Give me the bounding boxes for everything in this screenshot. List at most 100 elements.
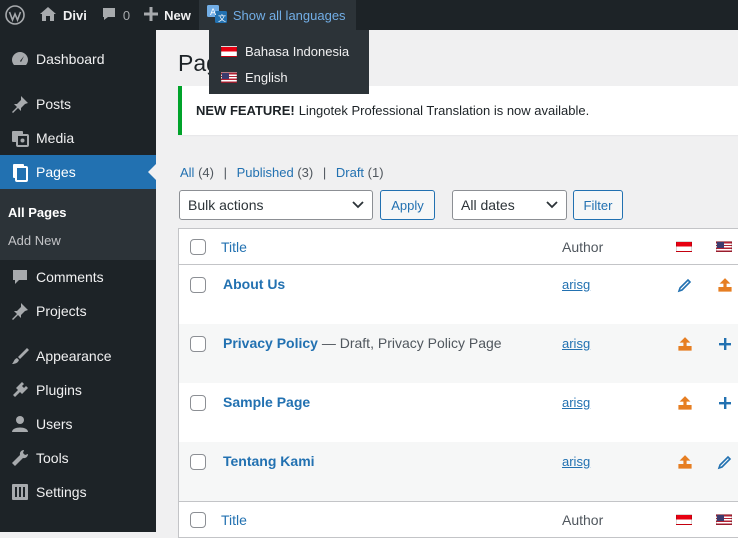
select-all-checkbox[interactable] xyxy=(190,239,206,255)
column-title[interactable]: Title xyxy=(221,239,247,255)
upload-icon[interactable] xyxy=(677,336,693,352)
comment-icon xyxy=(101,6,117,25)
plus-icon xyxy=(144,6,159,24)
site-name-link[interactable]: Divi xyxy=(32,0,94,30)
sidebar-item-projects[interactable]: Projects xyxy=(0,294,156,328)
sidebar-item-settings[interactable]: Settings xyxy=(0,475,156,509)
sidebar-item-posts[interactable]: Posts xyxy=(0,87,156,121)
svg-text:A: A xyxy=(210,8,217,18)
plus-icon[interactable] xyxy=(717,336,733,352)
admin-sidebar: Dashboard Posts Media Pages All Pages Ad… xyxy=(0,30,156,532)
sidebar-item-media[interactable]: Media xyxy=(0,121,156,155)
notice-text: Lingotek Professional Translation is now… xyxy=(298,103,590,118)
sidebar-item-label: Media xyxy=(36,130,75,146)
sidebar-item-label: Tools xyxy=(36,450,69,466)
wordpress-logo-icon[interactable] xyxy=(0,0,32,30)
status-filter-links: All (4) | Published (3) | Draft (1) xyxy=(180,165,384,180)
sidebar-item-appearance[interactable]: Appearance xyxy=(0,339,156,373)
sidebar-item-dashboard[interactable]: Dashboard xyxy=(0,42,156,76)
filter-separator: | xyxy=(322,165,327,180)
row-title: Privacy Policy — Draft, Privacy Policy P… xyxy=(223,335,502,351)
language-option-english[interactable]: English xyxy=(209,64,369,90)
filter-all[interactable]: All xyxy=(180,165,194,180)
indonesia-flag-icon xyxy=(676,241,692,252)
pencil-icon[interactable] xyxy=(717,454,733,470)
bulk-actions-select[interactable]: Bulk actions xyxy=(179,190,373,220)
comment-icon xyxy=(0,267,36,287)
chevron-down-icon xyxy=(352,201,364,209)
us-flag-icon xyxy=(716,241,732,252)
pages-submenu: All Pages Add New xyxy=(0,189,156,260)
language-dropdown: Bahasa Indonesia English xyxy=(209,30,369,94)
row-checkbox[interactable] xyxy=(190,454,206,470)
home-icon xyxy=(39,6,57,25)
brush-icon xyxy=(0,346,36,366)
sidebar-item-comments[interactable]: Comments xyxy=(0,260,156,294)
user-icon xyxy=(0,414,36,434)
chevron-down-icon xyxy=(546,201,558,209)
column-author: Author xyxy=(562,238,604,255)
indonesia-flag-icon xyxy=(676,514,692,525)
plus-icon[interactable] xyxy=(717,395,733,411)
dates-select[interactable]: All dates xyxy=(452,190,567,220)
filter-published[interactable]: Published xyxy=(237,165,294,180)
row-checkbox[interactable] xyxy=(190,395,206,411)
upload-icon[interactable] xyxy=(677,395,693,411)
page-title-link[interactable]: Privacy Policy xyxy=(223,335,318,351)
pin-icon xyxy=(0,301,36,321)
admin-bar: Divi 0 New A文 Show all languages xyxy=(0,0,738,30)
filter-published-count: (3) xyxy=(297,165,314,180)
apply-button[interactable]: Apply xyxy=(380,190,435,220)
us-flag-icon xyxy=(716,514,732,525)
sidebar-item-users[interactable]: Users xyxy=(0,407,156,441)
row-title: Sample Page xyxy=(223,394,310,410)
language-switcher[interactable]: A文 Show all languages xyxy=(198,0,356,30)
row-title: About Us xyxy=(223,276,285,292)
filter-separator: | xyxy=(223,165,227,180)
sidebar-item-label: Projects xyxy=(36,303,87,319)
sidebar-item-label: Settings xyxy=(36,484,87,500)
upload-icon[interactable] xyxy=(717,277,733,293)
site-name: Divi xyxy=(63,7,87,23)
svg-text:文: 文 xyxy=(218,13,226,23)
select-all-checkbox[interactable] xyxy=(190,512,206,528)
us-flag-icon xyxy=(221,71,237,83)
table-row: Sample Page arisg xyxy=(179,383,738,442)
language-option-indonesian[interactable]: Bahasa Indonesia xyxy=(209,38,369,64)
submenu-add-new[interactable]: Add New xyxy=(0,226,156,254)
row-checkbox[interactable] xyxy=(190,277,206,293)
pages-table: Title Author About Us arisg Privacy Poli… xyxy=(178,228,738,538)
indonesia-flag-icon xyxy=(221,45,237,57)
new-content-link[interactable]: New xyxy=(137,0,198,30)
comments-link[interactable]: 0 xyxy=(94,0,137,30)
upload-icon[interactable] xyxy=(677,454,693,470)
bulk-actions-value: Bulk actions xyxy=(188,197,264,213)
page-title-link[interactable]: About Us xyxy=(223,276,285,292)
author-link[interactable]: arisg xyxy=(562,395,590,410)
sidebar-item-plugins[interactable]: Plugins xyxy=(0,373,156,407)
column-title[interactable]: Title xyxy=(221,512,247,528)
author-link[interactable]: arisg xyxy=(562,277,590,292)
filter-button[interactable]: Filter xyxy=(573,190,623,220)
pages-icon xyxy=(0,162,36,182)
table-row: Privacy Policy — Draft, Privacy Policy P… xyxy=(179,324,738,383)
row-checkbox[interactable] xyxy=(190,336,206,352)
author-link[interactable]: arisg xyxy=(562,454,590,469)
pencil-icon[interactable] xyxy=(677,277,693,293)
filter-draft-count: (1) xyxy=(367,165,384,180)
dashboard-icon xyxy=(0,49,36,69)
language-label: Bahasa Indonesia xyxy=(245,43,350,59)
page-title-link[interactable]: Sample Page xyxy=(223,394,310,410)
table-row: About Us arisg xyxy=(179,265,738,324)
sidebar-item-pages[interactable]: Pages xyxy=(0,155,156,189)
media-icon xyxy=(0,128,36,148)
sidebar-item-label: Comments xyxy=(36,269,104,285)
filter-draft[interactable]: Draft xyxy=(336,165,364,180)
sidebar-item-tools[interactable]: Tools xyxy=(0,441,156,475)
show-all-languages: Show all languages xyxy=(232,7,346,23)
author-link[interactable]: arisg xyxy=(562,336,590,351)
main-content: Pag NEW FEATURE! Lingotek Professional T… xyxy=(156,30,738,538)
submenu-all-pages[interactable]: All Pages xyxy=(0,198,156,226)
page-title-link[interactable]: Tentang Kami xyxy=(223,453,315,469)
dates-value: All dates xyxy=(461,197,515,213)
